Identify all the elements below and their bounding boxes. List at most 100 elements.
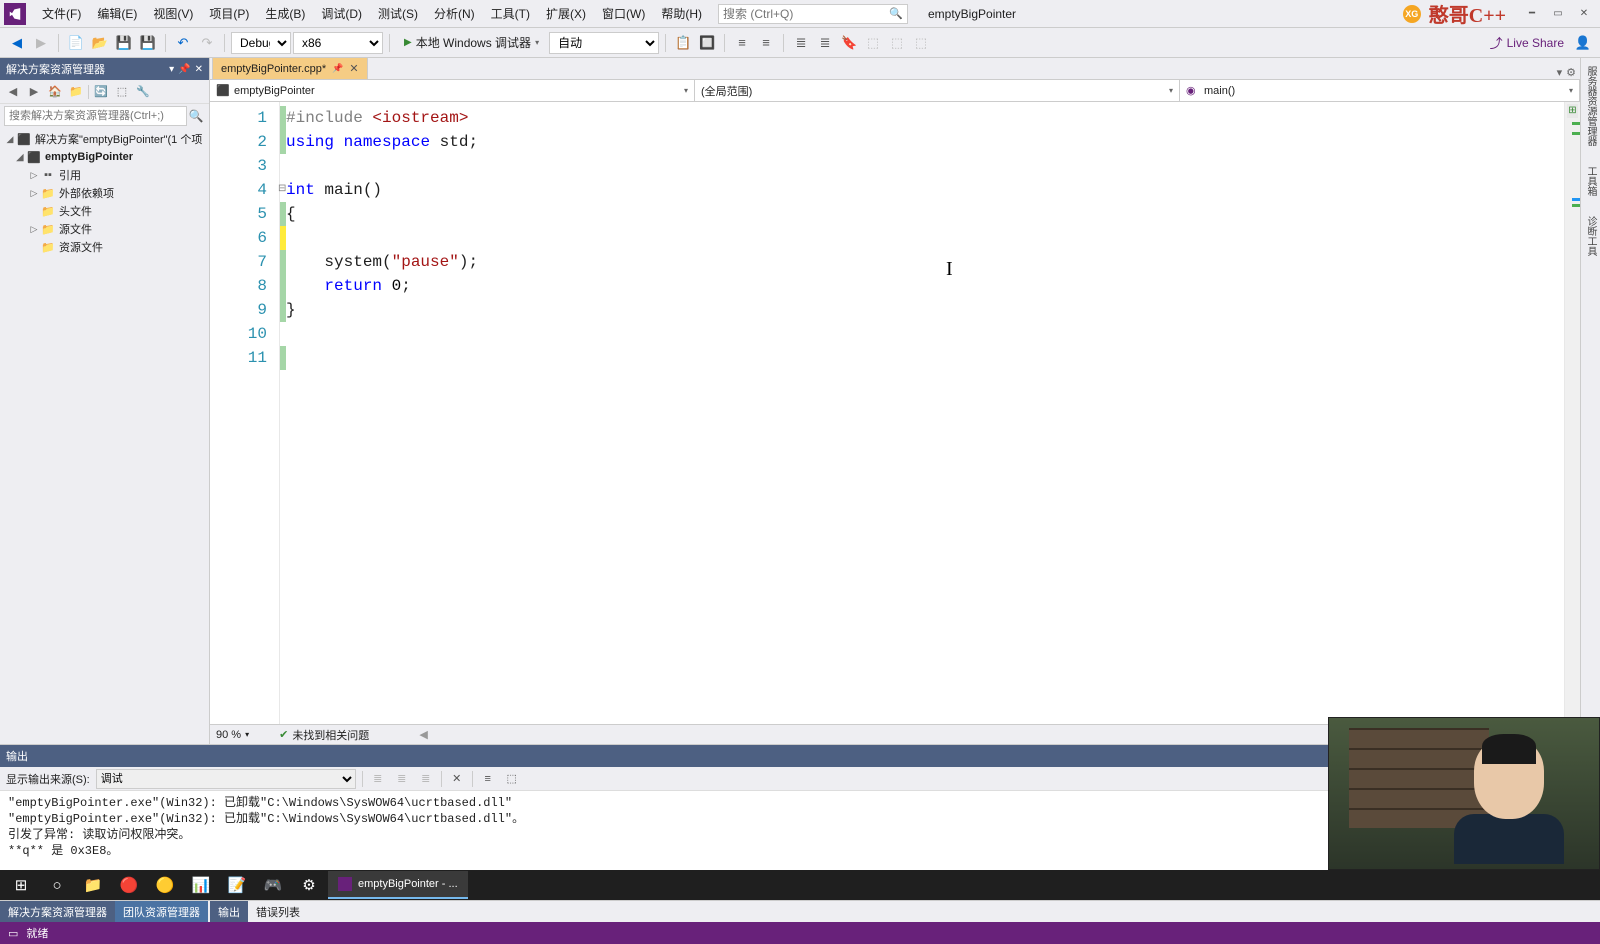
nav-member-dropdown[interactable]: ◉ main() ▾ — [1180, 80, 1580, 101]
sln-sync-icon[interactable]: 📁 — [67, 83, 85, 101]
start-button[interactable]: ⊞ — [4, 871, 38, 899]
menu-file[interactable]: 文件(F) — [34, 1, 89, 26]
config-select[interactable]: Debug — [231, 32, 291, 54]
new-project-icon[interactable]: 📄 — [65, 32, 87, 54]
cortana-icon[interactable]: ○ — [40, 871, 74, 899]
toolbar-btn-4[interactable]: ⬚ — [886, 32, 908, 54]
menu-project[interactable]: 项目(P) — [201, 1, 257, 26]
tab-settings-icon[interactable]: ⚙ — [1566, 66, 1576, 79]
tab-error-list[interactable]: 错误列表 — [248, 901, 308, 922]
code-content[interactable]: I #include <iostream>using namespace std… — [286, 102, 1580, 724]
forward-icon[interactable]: ▶ — [30, 32, 52, 54]
sln-fwd-icon[interactable]: ▶ — [25, 83, 43, 101]
chevron-right-icon[interactable]: ▷ — [28, 224, 40, 235]
tree-solution-root[interactable]: ◢ ⬛ 解决方案"emptyBigPointer"(1 个项 — [0, 130, 209, 148]
uncomment-icon[interactable]: ≣ — [814, 32, 836, 54]
sln-refresh-icon[interactable]: 🔄 — [92, 83, 110, 101]
tree-header-files[interactable]: 📁 头文件 — [0, 202, 209, 220]
tree-external-deps[interactable]: ▷ 📁 外部依赖项 — [0, 184, 209, 202]
menu-tools[interactable]: 工具(T) — [483, 1, 538, 26]
start-debug-button[interactable]: ▶ 本地 Windows 调试器 ▾ — [396, 32, 547, 54]
maximize-icon[interactable]: ▭ — [1546, 5, 1570, 23]
output-goto-icon[interactable]: ≣ — [369, 770, 387, 788]
undo-icon[interactable]: ↶ — [172, 32, 194, 54]
tab-output[interactable]: 输出 — [210, 901, 248, 922]
taskbar-vs-window[interactable]: emptyBigPointer - ... — [328, 871, 468, 899]
chrome-icon[interactable]: 🔴 — [112, 871, 146, 899]
comment-icon[interactable]: ≣ — [790, 32, 812, 54]
rail-server-explorer[interactable]: 服务器资源管理器 — [1581, 62, 1600, 150]
back-icon[interactable]: ◀ — [6, 32, 28, 54]
quick-search-input[interactable] — [723, 7, 889, 21]
tab-solution-explorer[interactable]: 解决方案资源管理器 — [0, 901, 115, 922]
toolbar-btn-3[interactable]: ⬚ — [862, 32, 884, 54]
output-source-select[interactable]: 调试 — [96, 769, 356, 789]
tab-team-explorer[interactable]: 团队资源管理器 — [115, 901, 208, 922]
close-icon[interactable]: ✕ — [1572, 5, 1596, 23]
nav-context-dropdown[interactable]: (全局范围) ▾ — [695, 80, 1180, 101]
menu-test[interactable]: 测试(S) — [370, 1, 426, 26]
menu-edit[interactable]: 编辑(E) — [89, 1, 145, 26]
tab-close-icon[interactable]: ✕ — [349, 62, 358, 75]
menu-debug[interactable]: 调试(D) — [313, 1, 370, 26]
indent-right-icon[interactable]: ≡ — [755, 32, 777, 54]
toolbar-btn-2[interactable]: 🔲 — [696, 32, 718, 54]
menu-extensions[interactable]: 扩展(X) — [538, 1, 594, 26]
redo-icon[interactable]: ↷ — [196, 32, 218, 54]
quick-search[interactable]: 🔍 — [718, 4, 908, 24]
solution-search-icon[interactable]: 🔍 — [187, 107, 205, 125]
chevron-right-icon[interactable]: ▷ — [28, 170, 40, 181]
auto-select[interactable]: 自动 — [549, 32, 659, 54]
explorer-icon[interactable]: 📁 — [76, 871, 110, 899]
toolbar-btn-1[interactable]: 📋 — [672, 32, 694, 54]
live-share-button[interactable]: ⤴ Live Share — [1484, 33, 1570, 52]
chevron-right-icon[interactable]: ▷ — [28, 188, 40, 199]
open-file-icon[interactable]: 📂 — [89, 32, 111, 54]
menu-view[interactable]: 视图(V) — [145, 1, 201, 26]
sln-home-icon[interactable]: 🏠 — [46, 83, 64, 101]
platform-select[interactable]: x86 — [293, 32, 383, 54]
panel-close-icon[interactable]: ✕ — [195, 64, 203, 75]
code-editor[interactable]: 1234567891011 I #include <iostream>using… — [210, 102, 1580, 724]
feedback-icon[interactable]: 👤 — [1572, 32, 1594, 54]
output-clear-icon[interactable]: ✕ — [448, 770, 466, 788]
minimize-icon[interactable]: ━ — [1520, 5, 1544, 23]
rail-toolbox[interactable]: 工具箱 — [1581, 162, 1600, 200]
output-next-icon[interactable]: ≣ — [417, 770, 435, 788]
menu-window[interactable]: 窗口(W) — [594, 1, 653, 26]
scroll-left-icon[interactable]: ◀ — [419, 728, 427, 741]
app-icon-2[interactable]: 📊 — [184, 871, 218, 899]
output-opt-icon[interactable]: ⬚ — [503, 770, 521, 788]
issues-status[interactable]: ✔ 未找到相关问题 — [279, 727, 369, 743]
menu-build[interactable]: 生成(B) — [257, 1, 313, 26]
tab-pin-icon[interactable]: 📌 — [332, 63, 343, 74]
save-all-icon[interactable]: 💾 — [137, 32, 159, 54]
chevron-down-icon[interactable]: ◢ — [4, 134, 16, 145]
chevron-down-icon[interactable]: ◢ — [14, 152, 26, 163]
sln-back-icon[interactable]: ◀ — [4, 83, 22, 101]
output-wrap-icon[interactable]: ≡ — [479, 770, 497, 788]
app-icon-1[interactable]: 🟡 — [148, 871, 182, 899]
save-icon[interactable]: 💾 — [113, 32, 135, 54]
panel-pin-icon[interactable]: 📌 — [178, 64, 190, 75]
app-icon-4[interactable]: 🎮 — [256, 871, 290, 899]
nav-scope-dropdown[interactable]: ⬛ emptyBigPointer ▾ — [210, 80, 695, 101]
solution-search-input[interactable] — [4, 106, 187, 126]
menu-analyze[interactable]: 分析(N) — [426, 1, 483, 26]
rail-diagnostics[interactable]: 诊断工具 — [1581, 212, 1600, 260]
tree-project[interactable]: ◢ ⬛ emptyBigPointer — [0, 148, 209, 166]
tab-dropdown-icon[interactable]: ▾ — [1557, 66, 1563, 79]
panel-dropdown-icon[interactable]: ▾ — [169, 64, 174, 75]
tree-references[interactable]: ▷ ▪▪ 引用 — [0, 166, 209, 184]
tree-source-files[interactable]: ▷ 📁 源文件 — [0, 220, 209, 238]
split-editor-icon[interactable]: ⊞ — [1567, 104, 1578, 118]
toolbar-btn-5[interactable]: ⬚ — [910, 32, 932, 54]
status-output-icon[interactable]: ▭ — [8, 927, 18, 940]
sln-showall-icon[interactable]: ⬚ — [113, 83, 131, 101]
bookmark-icon[interactable]: 🔖 — [838, 32, 860, 54]
settings-icon[interactable]: ⚙ — [292, 871, 326, 899]
zoom-control[interactable]: 90 % ▾ — [216, 729, 249, 741]
app-icon-3[interactable]: 📝 — [220, 871, 254, 899]
tree-resource-files[interactable]: 📁 资源文件 — [0, 238, 209, 256]
sln-prop-icon[interactable]: 🔧 — [134, 83, 152, 101]
